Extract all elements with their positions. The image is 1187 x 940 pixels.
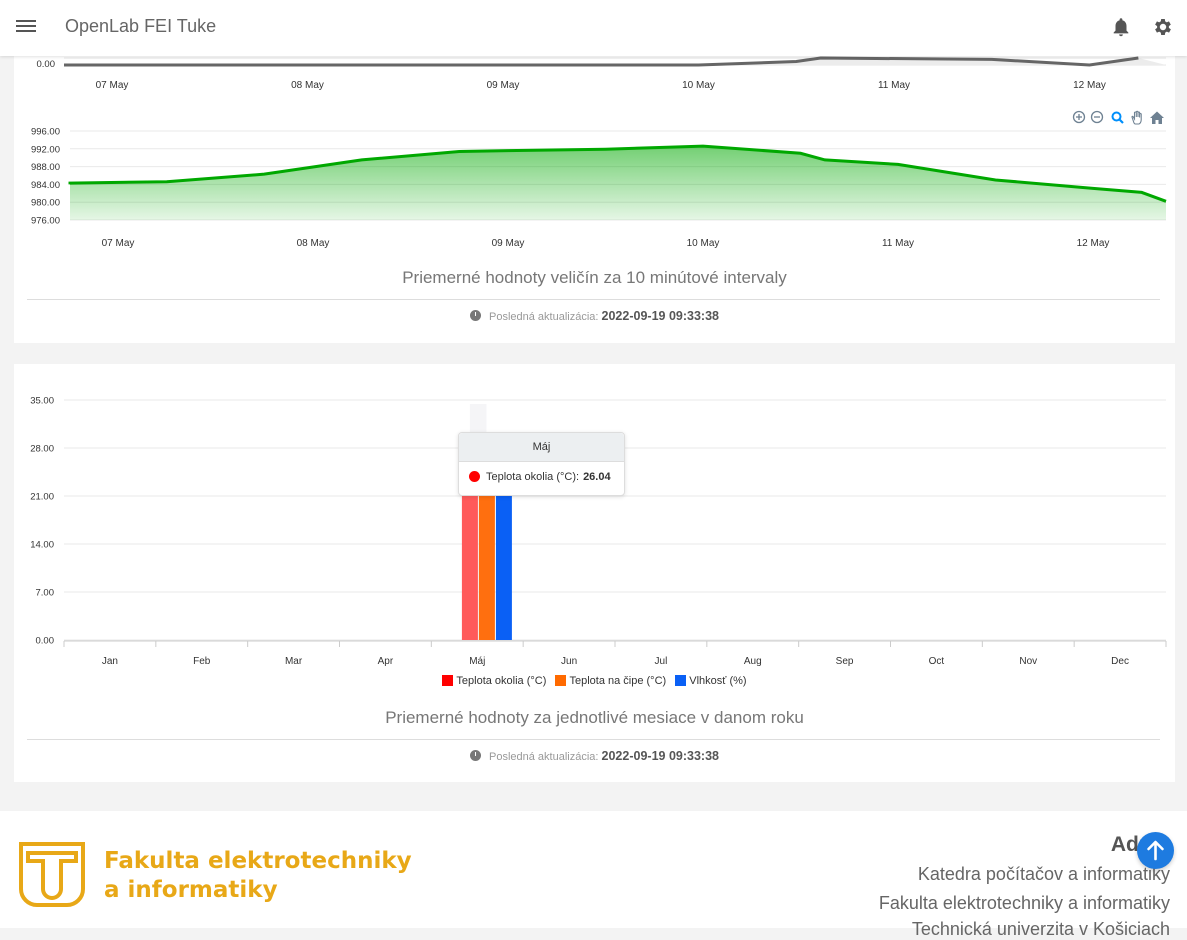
bar-chart-x-tick: Sep xyxy=(836,656,854,667)
bar-chart-y-tick: 14.00 xyxy=(30,540,54,551)
faculty-name: Fakulta elektrotechniky a informatiky xyxy=(104,847,412,905)
legend-item-ambient-temperature[interactable]: Teplota okolia (°C) xyxy=(442,675,546,687)
hamburger-menu-icon[interactable] xyxy=(16,17,36,37)
clock-icon xyxy=(470,750,481,761)
chart-b-y-tick: 996.00 xyxy=(31,127,60,138)
chart-a: 0.00 07 May 08 May 09 May 10 May 11 May 12 Ma… xyxy=(37,56,1166,91)
chart-tooltip: Máj Teplota okolia (°C): 26.04 xyxy=(458,432,625,496)
chart-caption: Priemerné hodnoty za jednotlivé mesiace … xyxy=(385,708,804,727)
address-line: Fakulta elektrotechniky a informatiky xyxy=(878,893,1170,913)
divider xyxy=(27,739,1160,740)
legend-swatch xyxy=(442,675,454,686)
chart-b: 976.00 980.00 984.00 988.00 992.00 996.00 07 … xyxy=(31,127,1167,249)
chart-a-x-tick: 09 May xyxy=(487,80,520,91)
legend-label: Teplota okolia (°C) xyxy=(456,675,547,687)
faculty-name-line1: Fakulta elektrotechniky xyxy=(104,848,412,874)
chart-b-area xyxy=(70,146,1166,220)
magnifier-icon[interactable] xyxy=(1111,111,1124,124)
footer: Fakulta elektrotechniky a informatiky Ad… xyxy=(0,811,1187,939)
clock-icon xyxy=(470,310,481,321)
zoom-in-icon[interactable] xyxy=(1072,110,1086,124)
chart-caption: Priemerné hodnoty veličín za 10 minútové… xyxy=(402,268,787,287)
legend-label: Teplota na čipe (°C) xyxy=(569,675,667,687)
legend-label: Vlhkosť (%) xyxy=(689,675,747,687)
chart-b-x-tick: 08 May xyxy=(297,238,330,249)
bar-chart-x-tick: Jan xyxy=(102,656,118,667)
chart-b-x-tick: 10 May xyxy=(687,238,720,249)
last-update: Posledná aktualizácia: 2022-09-19 09:33:… xyxy=(14,749,1175,763)
legend-swatch xyxy=(675,675,687,686)
address-line: Katedra počítačov a informatiky xyxy=(917,864,1170,884)
tooltip-value: 26.04 xyxy=(583,471,611,483)
bar-chart-x-tick: Dec xyxy=(1111,656,1129,667)
chart-legend: Teplota okolia (°C) Teplota na čipe (°C)… xyxy=(14,675,1175,687)
bar-chart-x-tick: Jun xyxy=(561,656,577,667)
bar-chart-svg: 0.00 7.00 14.00 21.00 28.00 35.00 Jan Feb Mar Ap… xyxy=(30,396,1167,667)
chart-a-x-tick: 08 May xyxy=(291,80,324,91)
home-icon[interactable] xyxy=(1150,111,1164,125)
faculty-logo xyxy=(19,842,85,907)
bar-chart-y-tick: 28.00 xyxy=(30,444,54,455)
bar-chart-y-tick: 21.00 xyxy=(30,492,54,503)
tooltip-marker xyxy=(469,471,480,482)
last-update-label: Posledná aktualizácia: xyxy=(489,311,599,323)
chart-a-x-tick: 07 May xyxy=(96,80,129,91)
bar-chart-y-tick: 35.00 xyxy=(30,396,54,407)
chart-b-y-tick: 988.00 xyxy=(31,162,60,173)
bar-chart-x-tick: Jul xyxy=(655,656,668,667)
chart-b-x-tick: 12 May xyxy=(1077,238,1110,249)
tooltip-label: Teplota okolia (°C): xyxy=(486,471,580,483)
last-update-label: Posledná aktualizácia: xyxy=(489,751,599,763)
address-line: Technická univerzita v Košiciach xyxy=(911,919,1170,939)
chart-b-y-tick: 992.00 xyxy=(31,144,60,155)
faculty-name-line2: a informatiky xyxy=(104,877,278,903)
last-update: Posledná aktualizácia: 2022-09-19 09:33:… xyxy=(14,309,1175,323)
monthly-chart-card: 0.00 7.00 14.00 21.00 28.00 35.00 Jan Feb Mar Ap… xyxy=(14,364,1175,782)
last-update-value: 2022-09-19 09:33:38 xyxy=(601,309,719,323)
bar-chart-x-tick: Máj xyxy=(469,656,485,667)
bar-chart-x-tick: Feb xyxy=(193,656,211,667)
chart-a-x-tick: 12 May xyxy=(1073,80,1106,91)
chart-b-x-tick: 11 May xyxy=(882,238,914,249)
chart-toolbar xyxy=(1072,110,1164,125)
legend-item-chip-temperature[interactable]: Teplota na čipe (°C) xyxy=(555,675,666,687)
tooltip-title: Máj xyxy=(459,433,624,462)
chart-b-x-tick: 07 May xyxy=(102,238,135,249)
gear-icon[interactable] xyxy=(1152,16,1174,38)
tooltip-body: Teplota okolia (°C): 26.04 xyxy=(459,462,624,492)
chart-b-y-tick: 984.00 xyxy=(31,180,60,191)
arrow-up-icon xyxy=(1147,840,1164,861)
chart-b-y-tick: 976.00 xyxy=(31,216,60,227)
bar-chart-x-tick: Apr xyxy=(378,656,394,667)
top-app-bar: OpenLab FEI Tuke xyxy=(0,0,1187,56)
chart-a-y-tick: 0.00 xyxy=(37,59,56,70)
legend-item-humidity[interactable]: Vlhkosť (%) xyxy=(675,675,747,687)
bar-chart-y-tick: 7.00 xyxy=(36,588,55,599)
app-title[interactable]: OpenLab FEI Tuke xyxy=(65,16,216,37)
bar-chart-x-tick: Aug xyxy=(744,656,762,667)
legend-swatch xyxy=(555,675,567,686)
chart-a-x-tick: 10 May xyxy=(682,80,715,91)
chart-a-x-tick: 11 May xyxy=(878,80,910,91)
chart-b-y-tick: 980.00 xyxy=(31,198,60,209)
divider xyxy=(27,299,1160,300)
last-update-value: 2022-09-19 09:33:38 xyxy=(601,749,719,763)
bar-chart-y-tick: 0.00 xyxy=(36,636,55,647)
bar-chart-x-tick: Nov xyxy=(1019,656,1037,667)
zoom-out-icon[interactable] xyxy=(1090,110,1104,124)
bar-chart-x-tick: Mar xyxy=(285,656,303,667)
bell-icon[interactable] xyxy=(1110,16,1132,38)
scroll-to-top-button[interactable] xyxy=(1137,832,1174,869)
pan-hand-icon[interactable] xyxy=(1131,110,1142,125)
chart-b-x-tick: 09 May xyxy=(492,238,525,249)
bar-chart-x-tick: Oct xyxy=(929,656,945,667)
